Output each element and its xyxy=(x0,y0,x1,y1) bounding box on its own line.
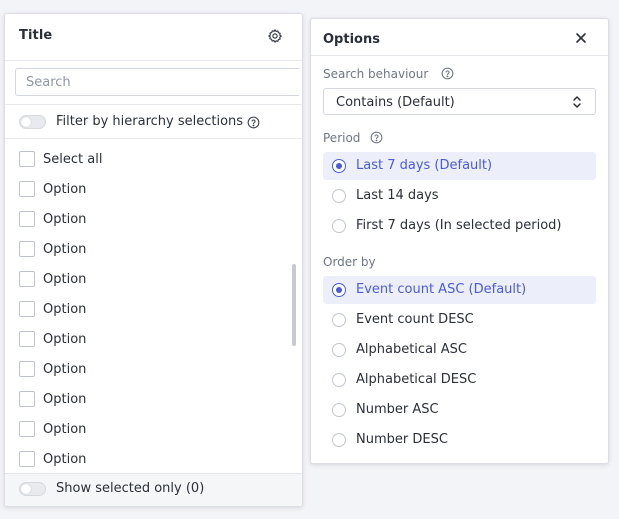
option-label: Option xyxy=(43,362,87,377)
checkbox[interactable] xyxy=(19,451,35,467)
period-option[interactable]: First 7 days (In selected period) xyxy=(323,212,596,240)
order-by-option[interactable]: Event count ASC (Default) xyxy=(323,276,596,304)
radio-button[interactable] xyxy=(332,159,346,173)
radio-button[interactable] xyxy=(332,219,346,233)
option-label: Option xyxy=(43,302,87,317)
list-item[interactable]: Option xyxy=(5,204,288,234)
filter-panel-header: Title xyxy=(5,14,302,60)
order-by-option-label: Event count DESC xyxy=(356,312,474,327)
hierarchy-toggle[interactable] xyxy=(19,115,46,129)
list-item[interactable]: Option xyxy=(5,294,288,324)
option-label: Option xyxy=(43,392,87,407)
filter-panel: Title Filter by hierarchy selections Sel… xyxy=(4,13,303,507)
period-option-label: Last 14 days xyxy=(356,188,439,203)
radio-button[interactable] xyxy=(332,403,346,417)
checkbox[interactable] xyxy=(19,391,35,407)
period-option-label: First 7 days (In selected period) xyxy=(356,218,562,233)
checkbox[interactable] xyxy=(19,271,35,287)
search-behaviour-label: Search behaviour xyxy=(323,67,429,81)
order-by-option-label: Number ASC xyxy=(356,402,439,417)
select-all-item[interactable]: Select all xyxy=(5,144,288,174)
show-selected-label: Show selected only (0) xyxy=(56,481,205,496)
option-label: Option xyxy=(43,422,87,437)
radio-button[interactable] xyxy=(332,433,346,447)
option-label: Option xyxy=(43,272,87,287)
list-item[interactable]: Option xyxy=(5,444,288,474)
search-input[interactable] xyxy=(15,68,299,96)
hierarchy-toggle-row[interactable]: Filter by hierarchy selections xyxy=(5,109,302,137)
option-label: Option xyxy=(43,452,87,467)
show-selected-toggle-row[interactable]: Show selected only (0) xyxy=(5,476,302,504)
options-header-divider xyxy=(311,55,608,56)
search-behaviour-select[interactable]: Contains (Default) xyxy=(323,88,596,115)
checkbox[interactable] xyxy=(19,421,35,437)
filter-panel-title: Title xyxy=(19,28,53,43)
period-option[interactable]: Last 7 days (Default) xyxy=(323,152,596,180)
list-item[interactable]: Option xyxy=(5,234,288,264)
list-item[interactable]: Option xyxy=(5,174,288,204)
filter-panel-footer: Show selected only (0) xyxy=(5,473,302,506)
checkbox[interactable] xyxy=(19,361,35,377)
help-circle-icon[interactable] xyxy=(441,67,454,80)
order-by-option-label: Alphabetical DESC xyxy=(356,372,477,387)
list-item[interactable]: Option xyxy=(5,384,288,414)
gear-icon[interactable] xyxy=(267,28,283,44)
close-icon[interactable] xyxy=(574,31,588,45)
radio-button[interactable] xyxy=(332,283,346,297)
select-all-label: Select all xyxy=(43,152,103,167)
option-label: Option xyxy=(43,212,87,227)
checkbox[interactable] xyxy=(19,211,35,227)
option-label: Option xyxy=(43,182,87,197)
radio-button[interactable] xyxy=(332,343,346,357)
radio-button[interactable] xyxy=(332,189,346,203)
show-selected-toggle[interactable] xyxy=(19,482,46,496)
list-item[interactable]: Option xyxy=(5,414,288,444)
checkbox[interactable] xyxy=(19,301,35,317)
checkbox[interactable] xyxy=(19,241,35,257)
order-by-option-label: Number DESC xyxy=(356,432,448,447)
list-item[interactable]: Option xyxy=(5,264,288,294)
checkbox[interactable] xyxy=(19,181,35,197)
options-panel: Options Search behaviour Contains (Defau… xyxy=(310,18,609,464)
options-list: Select all Option Option Option Option O… xyxy=(5,142,302,474)
order-by-option[interactable]: Number DESC xyxy=(323,426,596,454)
toggle-knob xyxy=(21,484,31,494)
order-by-option-label: Alphabetical ASC xyxy=(356,342,468,357)
checkbox[interactable] xyxy=(19,331,35,347)
radio-button[interactable] xyxy=(332,373,346,387)
period-label: Period xyxy=(323,131,361,145)
radio-button[interactable] xyxy=(332,313,346,327)
list-item[interactable]: Option xyxy=(5,324,288,354)
order-by-option[interactable]: Alphabetical ASC xyxy=(323,336,596,364)
order-by-option-label: Event count ASC (Default) xyxy=(356,282,527,297)
toggle-knob xyxy=(21,117,31,127)
options-panel-title: Options xyxy=(323,32,380,47)
checkbox[interactable] xyxy=(19,151,35,167)
list-item[interactable]: Option xyxy=(5,354,288,384)
toggle-divider xyxy=(5,138,302,139)
period-option[interactable]: Last 14 days xyxy=(323,182,596,210)
help-circle-icon[interactable] xyxy=(370,131,383,144)
option-label: Option xyxy=(43,242,87,257)
chevron-up-down-icon xyxy=(573,96,581,108)
search-divider xyxy=(5,104,302,105)
option-label: Option xyxy=(43,332,87,347)
hierarchy-toggle-label: Filter by hierarchy selections xyxy=(56,114,244,129)
order-by-option[interactable]: Number ASC xyxy=(323,396,596,424)
list-scrollbar[interactable] xyxy=(292,264,296,346)
order-by-label: Order by xyxy=(323,255,376,269)
header-divider xyxy=(5,60,302,61)
order-by-option[interactable]: Event count DESC xyxy=(323,306,596,334)
period-option-label: Last 7 days (Default) xyxy=(356,158,493,173)
search-behaviour-value: Contains (Default) xyxy=(336,95,455,110)
order-by-option[interactable]: Alphabetical DESC xyxy=(323,366,596,394)
help-circle-icon[interactable] xyxy=(247,116,260,129)
